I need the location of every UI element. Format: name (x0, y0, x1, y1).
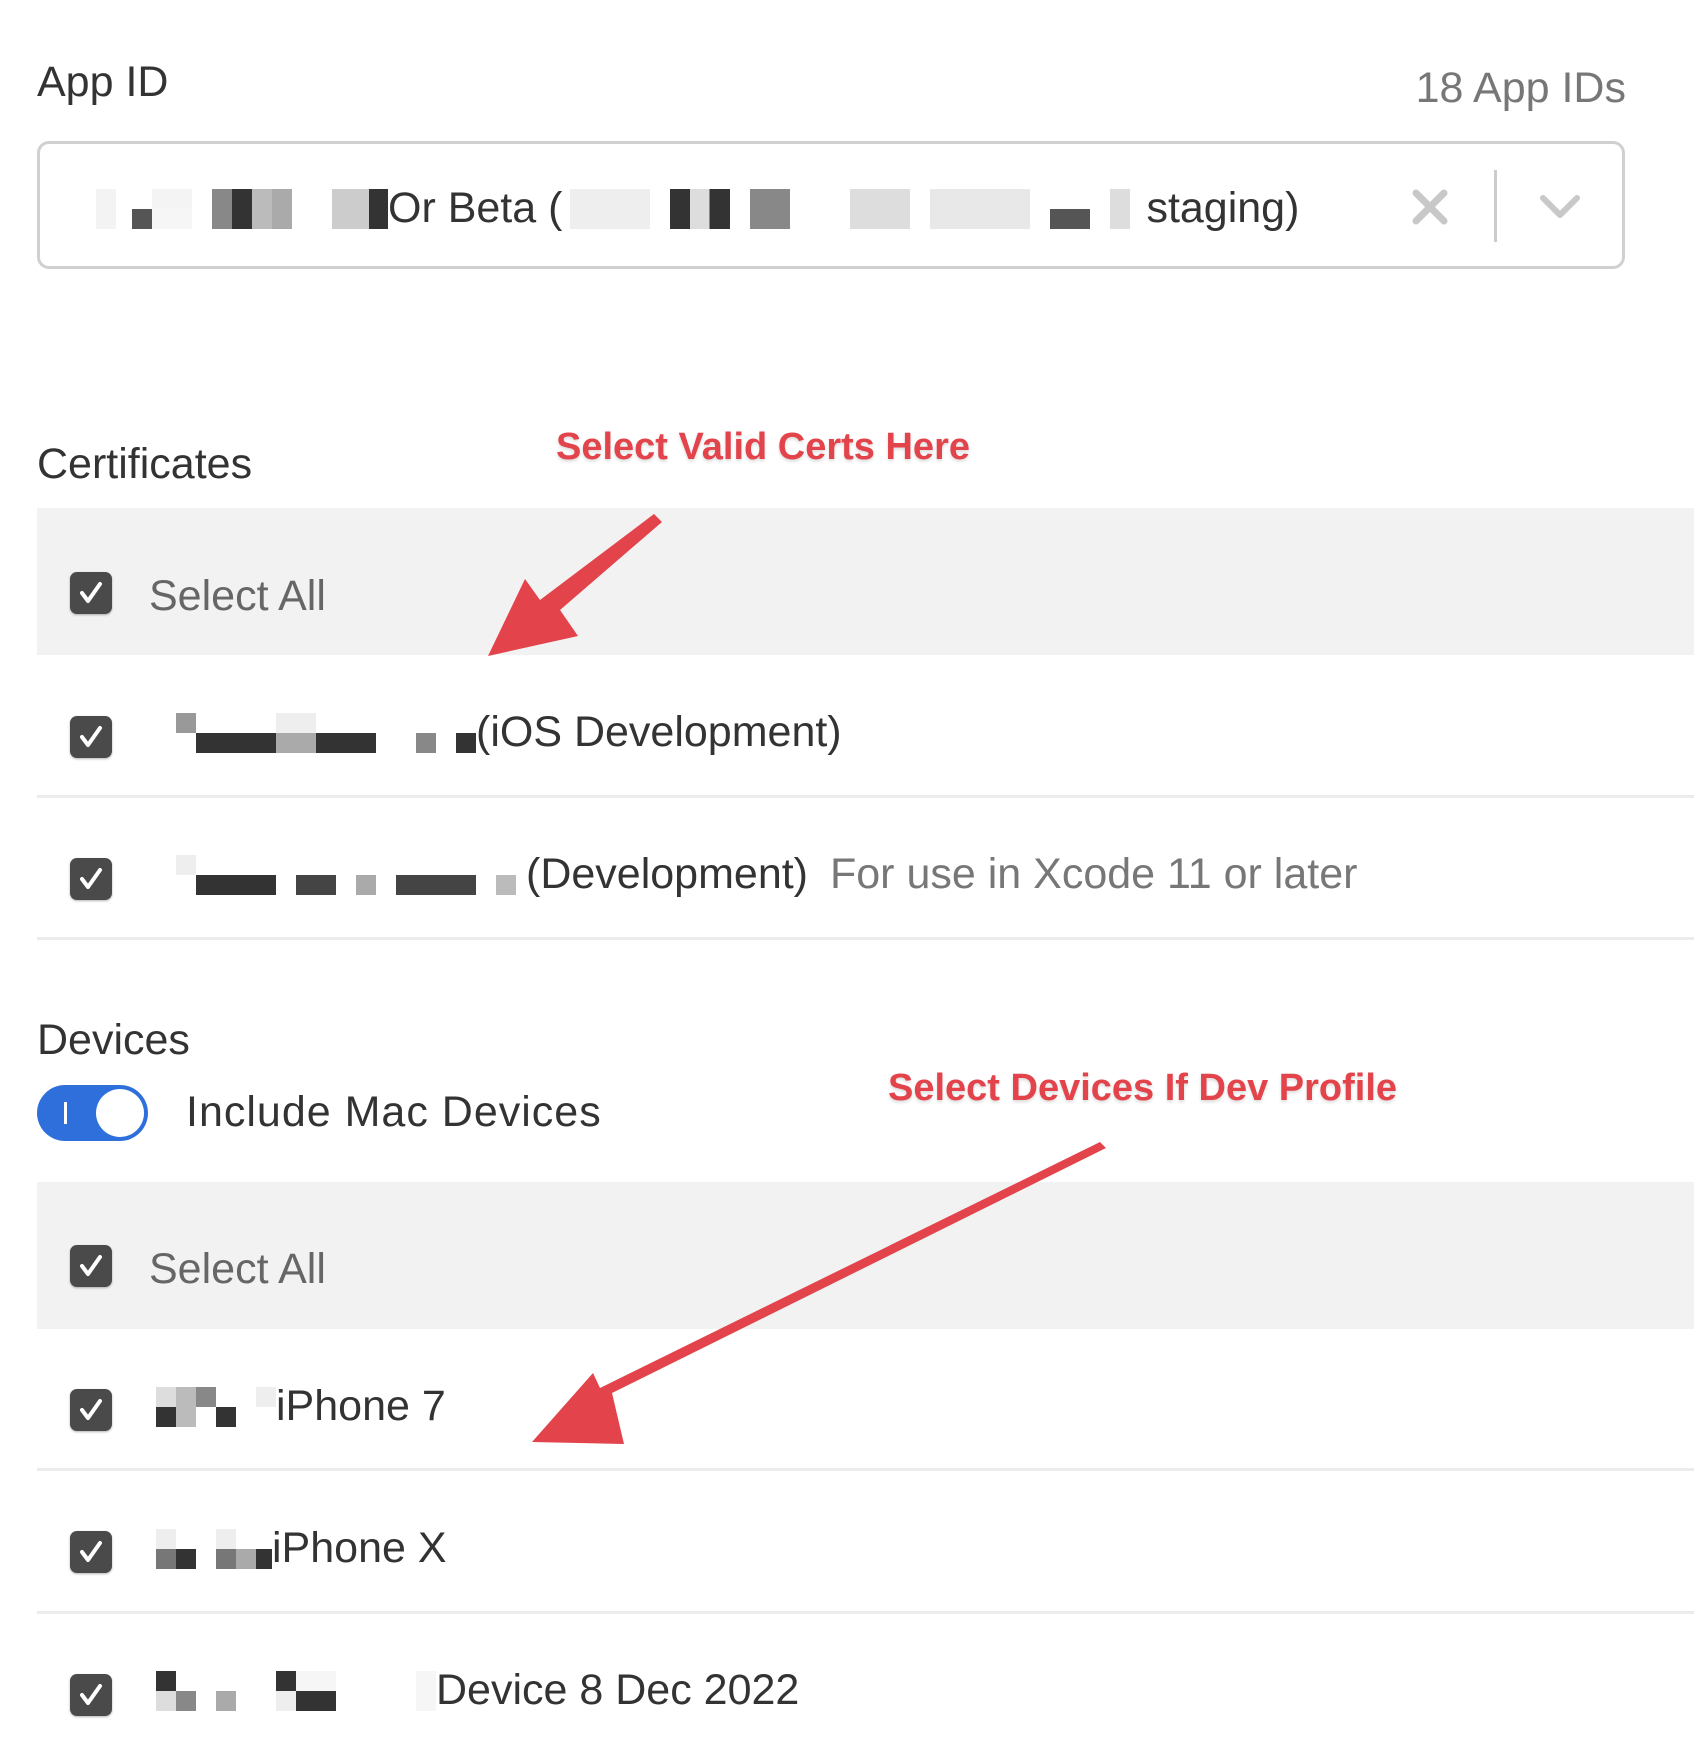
device-name: iPhone X (272, 1524, 447, 1572)
checkmark-icon (80, 868, 102, 889)
device-name: iPhone 7 (276, 1382, 446, 1430)
devices-heading: Devices (37, 1016, 190, 1064)
include-mac-devices-toggle[interactable] (37, 1085, 148, 1141)
redacted-text (156, 1386, 276, 1427)
redacted-text (156, 1528, 272, 1569)
toggle-knob (96, 1089, 144, 1137)
certificate-row[interactable]: (iOS Development) (176, 708, 842, 757)
certificate-name: (Development) (526, 850, 808, 898)
close-icon[interactable] (1405, 182, 1455, 232)
certificate-note: For use in Xcode 11 or later (830, 850, 1358, 898)
row-divider (37, 795, 1694, 798)
checkmark-icon (80, 1541, 102, 1562)
device-name: Device 8 Dec 2022 (436, 1666, 800, 1714)
checkmark-icon (80, 726, 102, 747)
app-id-text-part-1: Or Beta ( (388, 184, 563, 232)
certificate-checkbox[interactable] (70, 858, 112, 900)
device-checkbox[interactable] (70, 1674, 112, 1716)
chevron-down-icon[interactable] (1535, 188, 1585, 228)
redacted-text (570, 188, 1131, 229)
device-row[interactable]: iPhone 7 (156, 1382, 446, 1431)
certificate-name: (iOS Development) (476, 708, 842, 756)
device-checkbox[interactable] (70, 1531, 112, 1573)
app-id-count: 18 App IDs (1415, 64, 1626, 112)
redacted-text (176, 854, 516, 895)
row-divider (37, 1468, 1694, 1471)
certificates-heading: Certificates (37, 440, 253, 488)
annotation-certs: Select Valid Certs Here (556, 426, 970, 468)
row-divider (37, 1611, 1694, 1614)
certificate-checkbox[interactable] (70, 716, 112, 758)
certificates-select-all-checkbox[interactable] (70, 572, 112, 614)
app-id-label: App ID (37, 58, 169, 106)
annotation-devices: Select Devices If Dev Profile (888, 1067, 1398, 1109)
toggle-on-indicator (64, 1102, 67, 1124)
devices-select-all-checkbox[interactable] (70, 1245, 112, 1287)
redacted-text (156, 1670, 436, 1711)
certificate-row[interactable]: (Development) For use in Xcode 11 or lat… (176, 850, 1357, 899)
checkmark-icon (80, 582, 102, 603)
select-separator (1494, 170, 1497, 242)
checkmark-icon (80, 1255, 102, 1276)
checkmark-icon (80, 1399, 102, 1420)
device-row[interactable]: iPhone X (156, 1524, 447, 1573)
checkmark-icon (80, 1684, 102, 1705)
devices-select-all-label: Select All (149, 1245, 326, 1293)
device-checkbox[interactable] (70, 1389, 112, 1431)
device-row[interactable]: Device 8 Dec 2022 (156, 1666, 799, 1715)
include-mac-devices-label: Include Mac Devices (186, 1088, 602, 1136)
app-id-selected-value: Or Beta ( staging) (96, 184, 1299, 233)
redacted-text (96, 188, 388, 229)
row-divider (37, 937, 1694, 940)
certificates-select-all-label: Select All (149, 572, 326, 620)
redacted-text (176, 712, 476, 753)
app-id-text-part-2: staging) (1146, 184, 1300, 232)
